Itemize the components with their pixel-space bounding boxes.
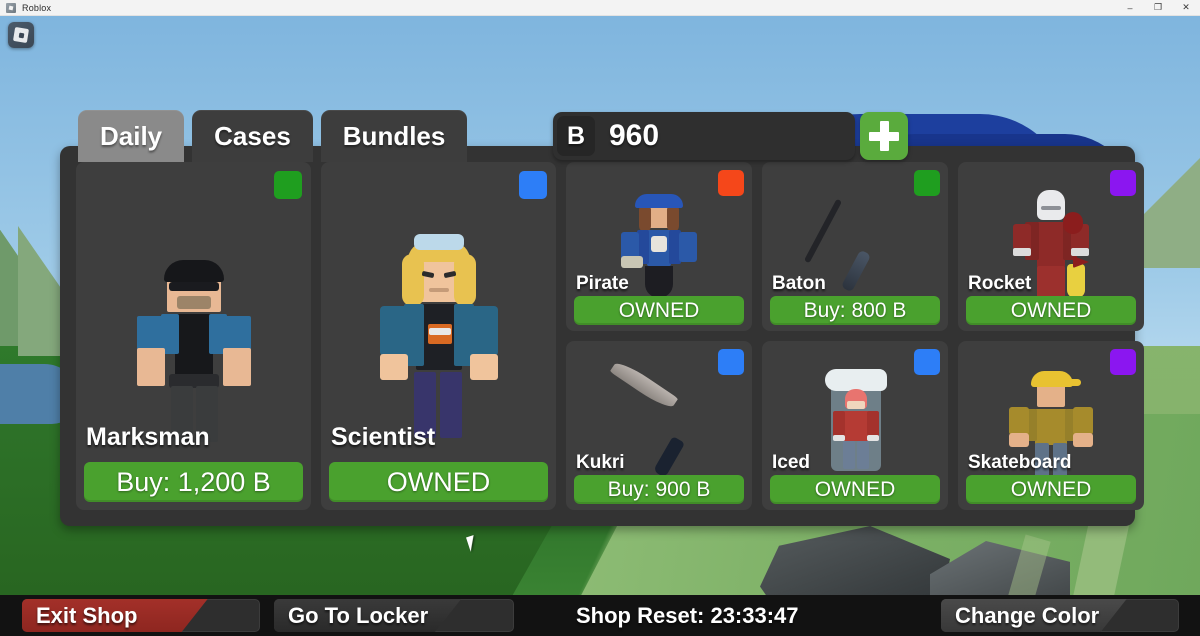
change-color-button[interactable]: Change Color [941, 599, 1179, 632]
bottom-hud-bar: Exit Shop Go To Locker Shop Reset: 23:33… [0, 595, 1200, 636]
item-card-marksman[interactable]: Marksman Buy: 1,200 B [76, 162, 311, 510]
window-controls: – ❐ ✕ [1116, 0, 1200, 16]
shop-tabs: Daily Cases Bundles [78, 110, 468, 162]
item-buy-button-kukri[interactable]: Buy: 900 B [574, 475, 744, 504]
window-titlebar: Roblox – ❐ ✕ [0, 0, 1200, 16]
rarity-chip-rocket [1110, 170, 1136, 196]
rarity-chip-kukri [718, 349, 744, 375]
item-buy-button-baton[interactable]: Buy: 800 B [770, 296, 940, 325]
currency-symbol-badge: B [557, 116, 595, 156]
exit-shop-button[interactable]: Exit Shop [22, 599, 260, 632]
window-title: Roblox [22, 2, 52, 13]
plus-icon-horizontal [869, 131, 899, 141]
item-card-iced[interactable]: Iced OWNED [762, 341, 948, 510]
item-card-pirate[interactable]: Pirate OWNED [566, 162, 752, 331]
tab-cases[interactable]: Cases [192, 110, 313, 162]
item-status-button-scientist[interactable]: OWNED [329, 462, 548, 502]
item-buy-button-marksman[interactable]: Buy: 1,200 B [84, 462, 303, 502]
item-name-pirate: Pirate [576, 273, 629, 294]
minimize-icon[interactable]: – [1116, 0, 1144, 16]
item-name-rocket: Rocket [968, 273, 1032, 294]
item-card-baton[interactable]: Baton Buy: 800 B [762, 162, 948, 331]
tab-bundles[interactable]: Bundles [320, 110, 468, 162]
item-name-skateboard: Skateboard [968, 452, 1072, 473]
rarity-chip-iced [914, 349, 940, 375]
item-card-kukri[interactable]: Kukri Buy: 900 B [566, 341, 752, 510]
item-status-button-iced[interactable]: OWNED [770, 475, 940, 504]
rarity-chip-baton [914, 170, 940, 196]
currency-bar: B 960 [553, 112, 855, 160]
roblox-logo-icon[interactable] [8, 22, 34, 48]
item-status-button-skateboard[interactable]: OWNED [966, 475, 1136, 504]
item-name-marksman: Marksman [86, 423, 210, 451]
item-card-scientist[interactable]: Scientist OWNED [321, 162, 556, 510]
tab-daily[interactable]: Daily [78, 110, 185, 162]
add-currency-button[interactable] [860, 112, 908, 160]
go-to-locker-button[interactable]: Go To Locker [274, 599, 514, 632]
item-name-baton: Baton [772, 273, 826, 294]
item-name-kukri: Kukri [576, 452, 625, 473]
item-card-skateboard[interactable]: Skateboard OWNED [958, 341, 1144, 510]
currency-amount: 960 [609, 119, 660, 152]
shop-reset-timer: Shop Reset: 23:33:47 [576, 602, 799, 628]
rarity-chip-skateboard [1110, 349, 1136, 375]
game-viewport: Daily Cases Bundles B 960 Marksman Buy: … [0, 16, 1200, 636]
exit-shop-label: Exit Shop [36, 602, 138, 628]
close-icon[interactable]: ✕ [1172, 0, 1200, 16]
item-status-button-pirate[interactable]: OWNED [574, 296, 744, 325]
shop-item-grid: Pirate OWNED Baton Buy: 800 B Rocket OWN… [566, 162, 1144, 510]
marksman-avatar-art [76, 162, 311, 510]
item-status-button-rocket[interactable]: OWNED [966, 296, 1136, 325]
roblox-app-icon [6, 2, 16, 13]
item-name-scientist: Scientist [331, 423, 436, 451]
rarity-chip-marksman [274, 171, 302, 199]
scientist-avatar-art [321, 162, 556, 510]
maximize-icon[interactable]: ❐ [1144, 0, 1172, 16]
item-card-rocket[interactable]: Rocket OWNED [958, 162, 1144, 331]
shop-panel: Marksman Buy: 1,200 B Scientist OWNED Pi… [60, 146, 1144, 526]
go-to-locker-label: Go To Locker [288, 602, 429, 628]
change-color-label: Change Color [955, 602, 1100, 628]
item-name-iced: Iced [772, 452, 811, 473]
rarity-chip-pirate [718, 170, 744, 196]
rarity-chip-scientist [519, 171, 547, 199]
